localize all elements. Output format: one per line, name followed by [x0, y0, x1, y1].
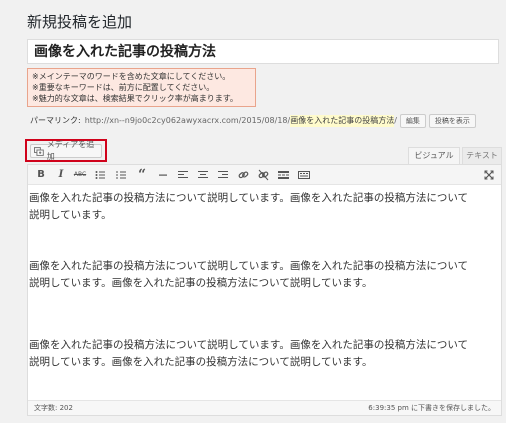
tab-text[interactable]: テキスト	[462, 147, 502, 164]
bold-button[interactable]: B	[36, 168, 46, 182]
horizontal-rule-icon[interactable]	[159, 168, 167, 182]
toolbar-toggle-icon[interactable]	[298, 168, 310, 182]
bullet-list-icon[interactable]	[95, 168, 105, 182]
content-paragraph: 画像を入れた記事の投稿方法について説明しています。画像を入れた記事の投稿方法につ…	[29, 192, 469, 221]
read-more-icon[interactable]	[278, 168, 289, 182]
permalink-row: パーマリンク: http://xn--n9jo0c2cy062awyxacrx.…	[30, 114, 476, 128]
permalink-slug[interactable]: 画像を入れた記事の投稿方法	[290, 115, 395, 127]
permalink-label: パーマリンク:	[30, 116, 81, 125]
view-post-button[interactable]: 投稿を表示	[428, 114, 476, 128]
post-title-input[interactable]: 画像を入れた記事の投稿方法	[27, 39, 499, 64]
title-hint-box: ※メインテーマのワードを含めた文章にしてください。 ※重要なキーワードは、前方に…	[27, 68, 256, 107]
hint-line: ※メインテーマのワードを含めた文章にしてください。	[32, 72, 231, 81]
numbered-list-icon[interactable]	[116, 168, 126, 182]
editor-toolbar: B I ABC “	[28, 165, 501, 185]
tab-visual[interactable]: ビジュアル	[408, 147, 460, 164]
italic-button[interactable]: I	[56, 168, 66, 182]
unlink-icon[interactable]	[258, 168, 269, 182]
editor-status-bar: 文字数: 202 6:39:35 pm に下書きを保存しました。	[28, 400, 501, 415]
hint-line: ※魅力的な文章は、検索結果でクリック率が高まります。	[32, 94, 238, 103]
fullscreen-icon[interactable]	[484, 168, 494, 182]
permalink-edit-button[interactable]: 編集	[399, 114, 426, 128]
word-count: 文字数: 202	[34, 404, 73, 412]
content-paragraph: 画像を入れた記事の投稿方法について説明しています。画像を入れた記事の投稿方法につ…	[29, 260, 469, 289]
align-center-icon[interactable]	[198, 168, 208, 182]
editor-content[interactable]: 画像を入れた記事の投稿方法について説明しています。画像を入れた記事の投稿方法につ…	[28, 185, 501, 400]
page-title: 新規投稿を追加	[27, 13, 133, 31]
autosave-status: 6:39:35 pm に下書きを保存しました。	[368, 404, 495, 412]
hint-line: ※重要なキーワードは、前方に配置してください。	[32, 83, 215, 92]
add-media-label: メディアを追加	[46, 140, 95, 161]
permalink-base: http://xn--n9jo0c2cy062awyxacrx.com/2015…	[84, 116, 291, 125]
content-paragraph: 画像を入れた記事の投稿方法について説明しています。画像を入れた記事の投稿方法につ…	[29, 339, 469, 368]
post-editor: B I ABC “ 画像を入れた記事の投稿方法について説明しています。画像を入れ…	[27, 164, 502, 416]
link-icon[interactable]	[238, 168, 249, 182]
strikethrough-button[interactable]: ABC	[73, 168, 87, 182]
blockquote-button[interactable]: “	[136, 168, 148, 182]
media-button-highlight: メディアを追加	[25, 139, 107, 162]
align-left-icon[interactable]	[178, 168, 188, 182]
align-right-icon[interactable]	[218, 168, 228, 182]
media-icon	[34, 146, 44, 156]
add-media-button[interactable]: メディアを追加	[30, 140, 102, 161]
permalink-trail: /	[394, 116, 397, 125]
